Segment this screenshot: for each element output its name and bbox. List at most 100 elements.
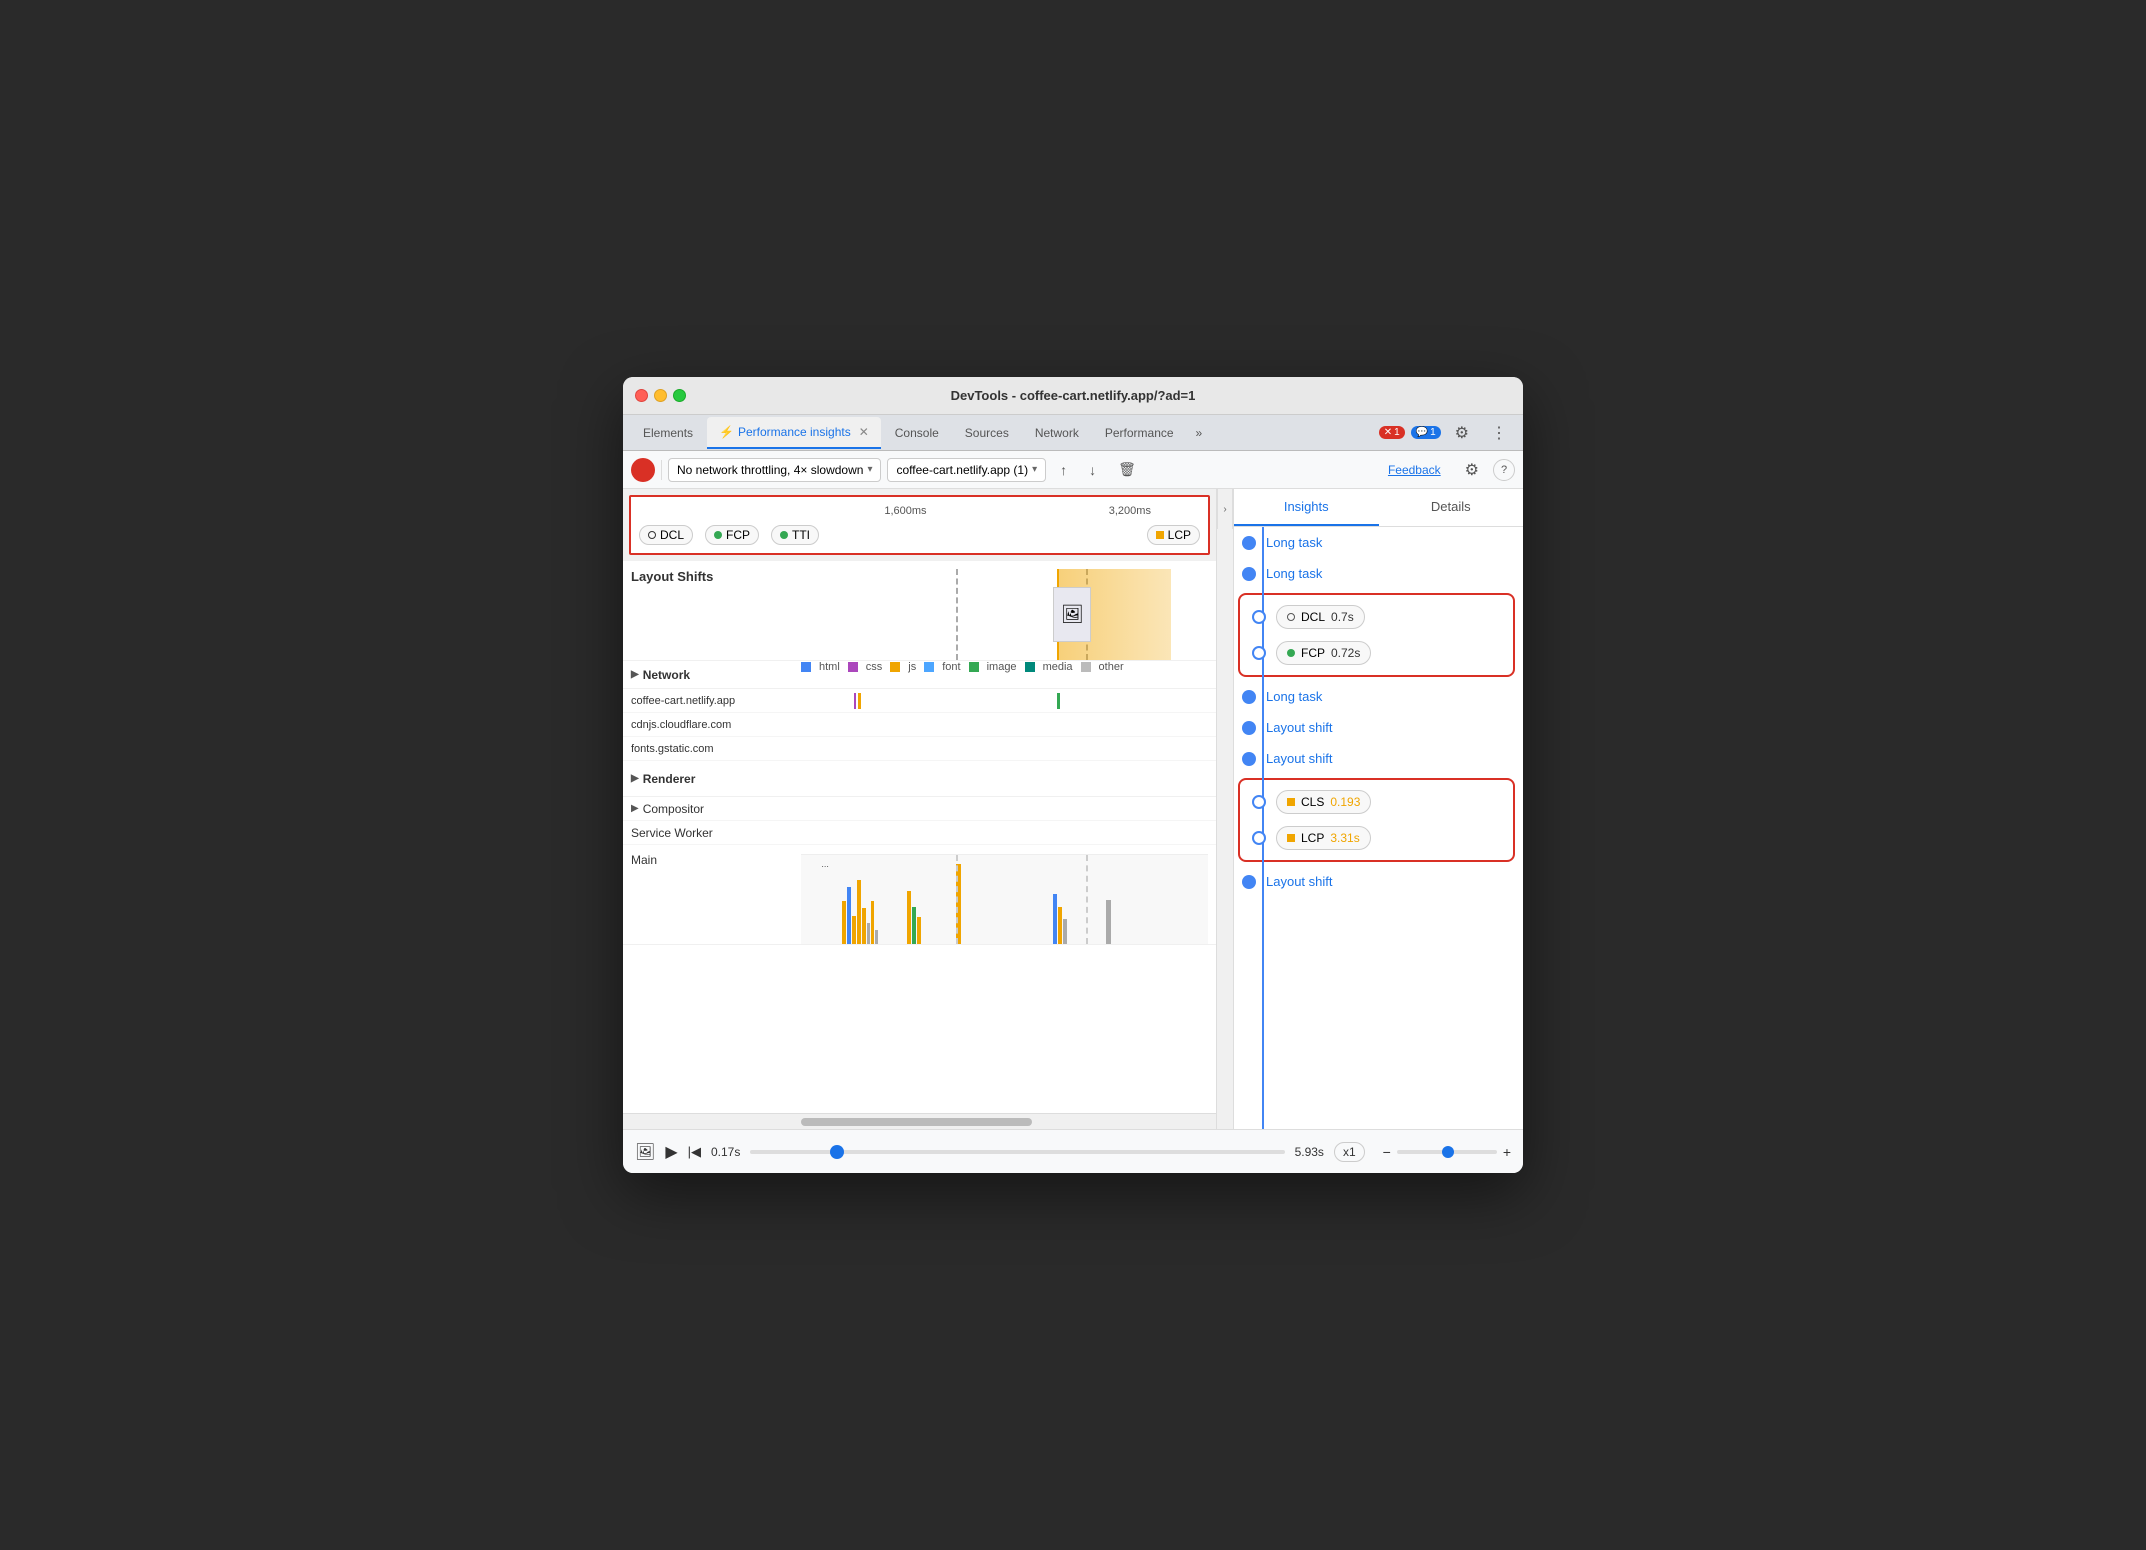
service-worker-content bbox=[801, 821, 1208, 844]
insight-lcp: LCP 3.31s bbox=[1248, 820, 1505, 856]
dcl-metric[interactable]: DCL bbox=[639, 525, 693, 545]
traffic-lights bbox=[635, 389, 686, 402]
scroll-thumb[interactable] bbox=[801, 1118, 1032, 1126]
dot-icon bbox=[1242, 752, 1256, 766]
devtools-window: DevTools - coffee-cart.netlify.app/?ad=1… bbox=[623, 377, 1523, 1173]
long-task-1-link[interactable]: Long task bbox=[1266, 535, 1322, 550]
net-row-1-label: coffee-cart.netlify.app bbox=[631, 695, 801, 707]
main-label: Main bbox=[631, 845, 801, 867]
dot-icon bbox=[1242, 690, 1256, 704]
network-legend-content: html css js font image media other bbox=[801, 661, 1208, 688]
dcl-fcp-group: DCL 0.7s FCP 0.72s bbox=[1238, 593, 1515, 677]
messages-badge[interactable]: 💬1 bbox=[1411, 426, 1441, 439]
playback-slider[interactable] bbox=[750, 1150, 1284, 1154]
fcp-value: 0.72s bbox=[1331, 646, 1360, 660]
toolbar-right: Feedback ⚙ ? bbox=[1378, 456, 1515, 484]
panel-collapse-arrow[interactable]: › bbox=[1217, 489, 1233, 529]
feedback-button[interactable]: Feedback bbox=[1378, 459, 1451, 481]
titlebar: DevTools - coffee-cart.netlify.app/?ad=1 bbox=[623, 377, 1523, 415]
dot-icon bbox=[1242, 536, 1256, 550]
service-worker-label: Service Worker bbox=[631, 826, 801, 840]
insight-fcp: FCP 0.72s bbox=[1248, 635, 1505, 671]
help-button[interactable]: ? bbox=[1493, 459, 1515, 481]
tab-console[interactable]: Console bbox=[883, 417, 951, 449]
dcl-value: 0.7s bbox=[1331, 610, 1354, 624]
insights-panel: Insights Details Long task Long task bbox=[1233, 489, 1523, 1129]
main-content-area: ... bbox=[801, 854, 1208, 944]
zoom-slider[interactable] bbox=[1397, 1150, 1497, 1154]
minimize-button[interactable] bbox=[654, 389, 667, 402]
tab-close-icon[interactable]: ✕ bbox=[859, 425, 869, 439]
service-worker-row: Service Worker bbox=[623, 821, 1216, 845]
dot-icon bbox=[1242, 567, 1256, 581]
chart-group-3 bbox=[956, 864, 972, 944]
layout-shifts-content: 🖼 bbox=[801, 569, 1208, 660]
html-color-icon bbox=[801, 662, 811, 672]
net-row-2-label: cdnjs.cloudflare.com bbox=[631, 719, 801, 731]
insight-long-task-2: Long task bbox=[1234, 558, 1523, 589]
tab-performance-insights[interactable]: ⚡ Performance insights ✕ bbox=[707, 417, 881, 449]
network-label: ▶ Network bbox=[631, 668, 801, 682]
layout-shift-2-link[interactable]: Layout shift bbox=[1266, 751, 1333, 766]
time-start-display: 0.17s bbox=[711, 1145, 740, 1159]
upload-button[interactable]: ↑ bbox=[1052, 458, 1075, 482]
network-throttle-dropdown[interactable]: No network throttling, 4× slowdown ▾ bbox=[668, 458, 881, 482]
net-row-2-content bbox=[801, 713, 1208, 736]
cls-value: 0.193 bbox=[1330, 795, 1360, 809]
download-button[interactable]: ↓ bbox=[1081, 458, 1104, 482]
insight-dcl: DCL 0.7s bbox=[1248, 599, 1505, 635]
layout-shift-3-link[interactable]: Layout shift bbox=[1266, 874, 1333, 889]
renderer-content bbox=[801, 761, 1208, 796]
delete-button[interactable]: 🗑 bbox=[1110, 457, 1144, 482]
tti-metric[interactable]: TTI bbox=[771, 525, 819, 545]
chart-group-2 bbox=[907, 891, 940, 944]
tab-insights[interactable]: Insights bbox=[1234, 489, 1379, 526]
tab-details[interactable]: Details bbox=[1379, 489, 1524, 526]
long-task-3-link[interactable]: Long task bbox=[1266, 689, 1322, 704]
tab-elements[interactable]: Elements bbox=[631, 417, 705, 449]
close-button[interactable] bbox=[635, 389, 648, 402]
long-task-2-link[interactable]: Long task bbox=[1266, 566, 1322, 581]
zoom-in-button[interactable]: + bbox=[1503, 1144, 1511, 1160]
dot-icon bbox=[1242, 721, 1256, 735]
zoom-out-button[interactable]: − bbox=[1383, 1144, 1391, 1160]
tab-network[interactable]: Network bbox=[1023, 417, 1091, 449]
play-button[interactable]: ▶ bbox=[665, 1142, 677, 1162]
chart-group-1 bbox=[842, 873, 899, 944]
chevron-down-icon: ▾ bbox=[867, 464, 872, 475]
cls-lcp-group: CLS 0.193 LCP 3.31s bbox=[1238, 778, 1515, 862]
toolbar-settings-button[interactable]: ⚙ bbox=[1457, 456, 1487, 484]
errors-badge[interactable]: ✕1 bbox=[1379, 426, 1405, 439]
devtools-menu-button[interactable]: ⋮ bbox=[1483, 419, 1515, 447]
fcp-dot-icon bbox=[714, 531, 722, 539]
net-row-3: fonts.gstatic.com bbox=[623, 737, 1216, 761]
performance-toolbar: No network throttling, 4× slowdown ▾ cof… bbox=[623, 451, 1523, 489]
settings-button[interactable]: ⚙ bbox=[1447, 419, 1477, 447]
lcp-metric[interactable]: LCP bbox=[1147, 525, 1200, 545]
speed-badge[interactable]: x1 bbox=[1334, 1142, 1365, 1162]
record-button[interactable] bbox=[631, 458, 655, 482]
devtools-tab-bar: Elements ⚡ Performance insights ✕ Consol… bbox=[623, 415, 1523, 451]
main-chart: ... bbox=[801, 855, 1208, 944]
compositor-label: ▶ Compositor bbox=[631, 802, 801, 816]
lcp-value: 3.31s bbox=[1330, 831, 1359, 845]
main-row: Main bbox=[623, 845, 1216, 945]
tab-performance[interactable]: Performance bbox=[1093, 417, 1186, 449]
skip-back-button[interactable]: |◀ bbox=[688, 1144, 701, 1160]
maximize-button[interactable] bbox=[673, 389, 686, 402]
layout-shift-1-link[interactable]: Layout shift bbox=[1266, 720, 1333, 735]
fcp-metric[interactable]: FCP bbox=[705, 525, 759, 545]
tab-sources[interactable]: Sources bbox=[953, 417, 1021, 449]
target-label: coffee-cart.netlify.app (1) bbox=[896, 463, 1028, 477]
insight-layout-shift-1: Layout shift bbox=[1234, 712, 1523, 743]
screenshot-toggle-button[interactable]: 🖼 bbox=[635, 1142, 655, 1162]
target-dropdown[interactable]: coffee-cart.netlify.app (1) ▾ bbox=[887, 458, 1046, 482]
chart-group-4 bbox=[1053, 882, 1094, 944]
cls-square-icon bbox=[1287, 798, 1295, 806]
playback-thumb[interactable] bbox=[830, 1145, 844, 1159]
zoom-thumb[interactable] bbox=[1442, 1146, 1454, 1158]
more-tabs-button[interactable]: » bbox=[1188, 422, 1211, 444]
timeline-scrollbar[interactable] bbox=[623, 1113, 1216, 1129]
timeline-rows: Layout Shifts 🖼 bbox=[623, 561, 1216, 1113]
insight-layout-shift-3: Layout shift bbox=[1234, 866, 1523, 897]
